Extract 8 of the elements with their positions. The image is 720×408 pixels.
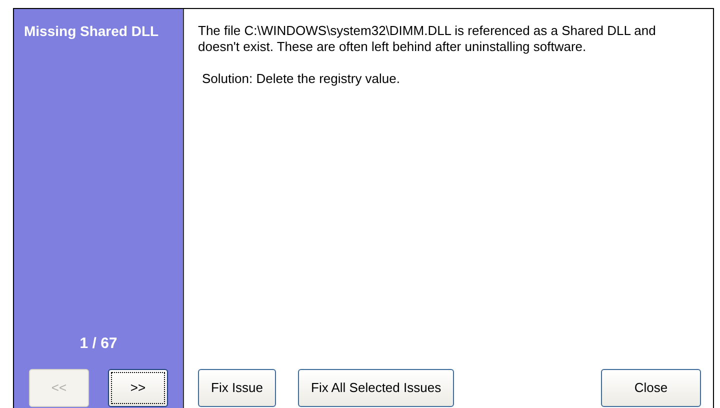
action-button[interactable]: Fix All Selected Issues <box>298 369 454 407</box>
issue-title: Missing Shared DLL <box>24 23 160 40</box>
action-button[interactable]: Close <box>601 369 701 407</box>
issue-description: The file C:\WINDOWS\system32\DIMM.DLL is referenced as a Shared DLL and doesn't exist. These are often left behind after uninstalling software. <box>198 23 657 55</box>
issue-counter: 1 / 67 <box>78 334 118 354</box>
solution-text: Solution: Delete the registry value. <box>201 71 401 87</box>
action-button[interactable]: Fix Issue <box>198 369 276 407</box>
nav-button[interactable]: >> <box>108 369 168 407</box>
